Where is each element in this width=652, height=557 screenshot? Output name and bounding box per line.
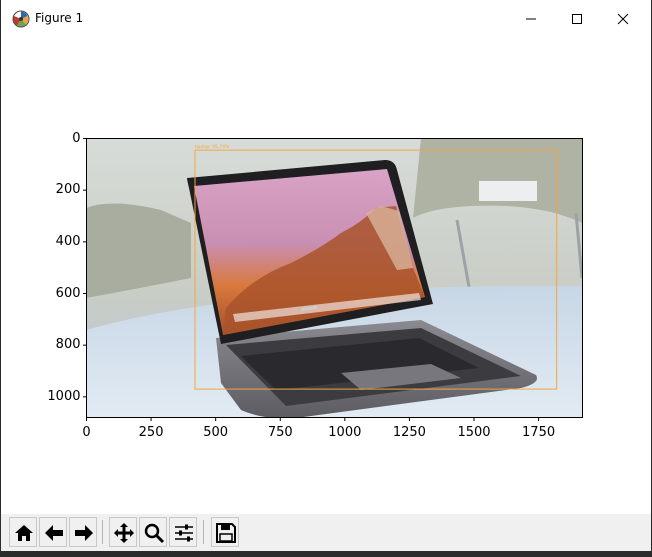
x-tick-label: 500 (203, 424, 229, 440)
arrow-left-icon (45, 525, 63, 541)
arrow-right-icon (75, 525, 93, 541)
x-tick-label: 1750 (522, 424, 556, 440)
zoom-button[interactable] (139, 517, 167, 547)
sliders-icon (175, 524, 193, 542)
title-bar[interactable]: Figure 1 (1, 0, 651, 38)
x-tick-label: 0 (82, 424, 91, 440)
y-tick-label: 600 (55, 285, 81, 301)
toolbar-separator (203, 520, 204, 544)
laptop-photo (86, 138, 582, 417)
floppy-disk-icon (216, 523, 236, 543)
maximize-button[interactable] (555, 0, 601, 38)
save-button[interactable] (211, 517, 239, 547)
x-tick-label: 1000 (328, 424, 362, 440)
minimize-icon (526, 18, 536, 20)
toolbar-separator (102, 520, 103, 544)
minimize-button[interactable] (509, 0, 555, 38)
x-tick-label: 250 (138, 424, 164, 440)
window-bottom-edge (1, 551, 652, 557)
configure-button[interactable] (169, 517, 197, 547)
close-button[interactable] (601, 0, 647, 38)
y-tick-label: 1000 (47, 388, 81, 404)
x-tick-label: 1500 (457, 424, 491, 440)
close-icon (617, 13, 629, 25)
forward-button[interactable] (69, 517, 97, 547)
home-button[interactable] (9, 517, 37, 547)
magnifier-icon (144, 523, 165, 544)
x-tick-label: 1250 (392, 424, 426, 440)
window-title: Figure 1 (35, 11, 84, 25)
matplotlib-figure-icon (12, 10, 30, 28)
move-icon (114, 523, 134, 543)
axes[interactable]: laptop: 95.74% (1, 38, 651, 514)
detection-label: laptop: 95.74% (195, 144, 230, 150)
home-icon (15, 525, 33, 541)
back-button[interactable] (39, 517, 67, 547)
y-tick-label: 800 (55, 337, 81, 353)
y-tick-label: 200 (55, 182, 81, 198)
pan-button[interactable] (109, 517, 137, 547)
figure-window: Figure 1 laptop: 95.74% 0 200 400 600 80… (0, 0, 652, 557)
maximize-icon (572, 14, 582, 24)
x-tick-label: 750 (267, 424, 293, 440)
navigation-toolbar (1, 514, 651, 551)
figure-canvas[interactable]: laptop: 95.74% 0 200 400 600 800 1000 0 250 500… (1, 38, 651, 514)
y-tick-label: 400 (55, 233, 81, 249)
y-tick-label: 0 (72, 130, 81, 146)
